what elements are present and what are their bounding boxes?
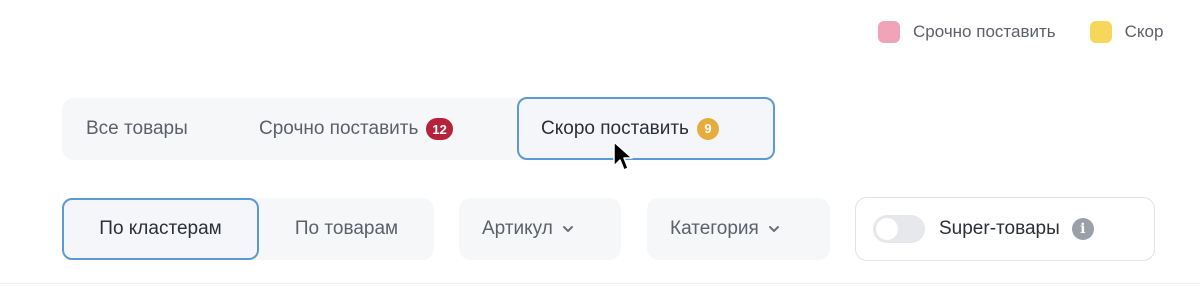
category-dropdown-label: Категория (670, 218, 759, 239)
legend-label-urgent: Срочно поставить (913, 22, 1056, 41)
chevron-down-icon (561, 222, 575, 236)
toggle-knob (876, 218, 898, 240)
tab-all-products-label: Все товары (86, 118, 188, 139)
view-by-clusters-label: По кластерам (99, 218, 222, 239)
legend-swatch-soon (1089, 21, 1112, 43)
legend-label-soon: Скор (1124, 22, 1164, 41)
chevron-down-icon (767, 222, 781, 236)
legend: Срочно поставить Скор (878, 21, 1197, 43)
legend-item-soon: Скор (1089, 21, 1164, 43)
legend-swatch-urgent (878, 21, 900, 43)
tab-urgent-supply[interactable]: Срочно поставить 12 (259, 98, 453, 160)
soon-count-badge: 9 (696, 117, 719, 140)
supply-status-tabs: Все товары Срочно поставить 12 Скоро пос… (62, 97, 775, 160)
tab-soon-supply[interactable]: Скоро поставить 9 (517, 97, 775, 160)
category-dropdown[interactable]: Категория (647, 198, 830, 260)
view-by-products-label: По товарам (294, 218, 399, 239)
tab-urgent-supply-label: Срочно поставить (259, 118, 419, 139)
view-by-products-button[interactable]: По товарам (259, 198, 434, 260)
page-root: Срочно поставить Скор Все товары Срочно … (0, 0, 1200, 286)
article-dropdown[interactable]: Артикул (459, 198, 621, 260)
divider (0, 283, 1200, 284)
info-icon[interactable]: i (1071, 218, 1094, 240)
urgent-count-badge: 12 (426, 118, 453, 140)
super-products-filter: Super-товары i (855, 197, 1155, 261)
tab-all-products[interactable]: Все товары (86, 98, 188, 160)
tab-soon-supply-label: Скоро поставить (541, 117, 689, 139)
mouse-cursor-icon (613, 141, 633, 171)
view-by-clusters-button[interactable]: По кластерам (62, 198, 259, 260)
article-dropdown-label: Артикул (482, 218, 553, 239)
view-mode-toggle: По кластерам По товарам (62, 198, 434, 260)
legend-item-urgent: Срочно поставить (878, 21, 1056, 43)
super-products-label: Super-товары (939, 218, 1060, 239)
super-products-toggle[interactable] (873, 215, 925, 243)
